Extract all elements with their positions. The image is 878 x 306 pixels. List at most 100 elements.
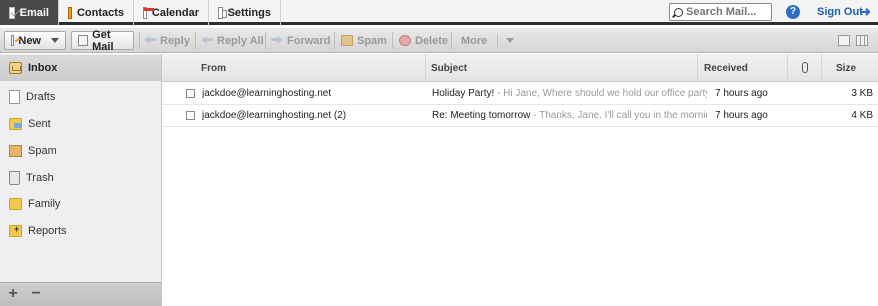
inbox-icon (9, 62, 22, 74)
column-received[interactable]: Received (704, 63, 748, 74)
sidebar-item-label: Family (28, 198, 61, 210)
reply-all-label: Reply All (217, 34, 264, 47)
settings-icon (218, 6, 227, 19)
sidebar-item-trash[interactable]: Trash (0, 165, 161, 191)
folder-icon (9, 198, 22, 210)
toolbar-divider (334, 32, 335, 49)
row-size: 3 KB (851, 88, 873, 99)
reply-button[interactable]: Reply (144, 31, 190, 50)
add-folder-button[interactable]: + (3, 286, 23, 303)
row-received: 7 hours ago (715, 88, 768, 99)
spam-icon (341, 35, 353, 46)
new-button[interactable]: New (4, 31, 66, 50)
column-from[interactable]: From (201, 63, 226, 74)
sidebar-item-inbox[interactable]: Inbox (0, 55, 161, 81)
tab-settings-label: Settings (227, 6, 271, 19)
toolbar-divider (195, 32, 196, 49)
single-pane-view-icon[interactable] (838, 35, 850, 46)
row-subject: Re: Meeting tomorrow - Thanks, Jane. I'l… (432, 110, 707, 121)
row-preview: - Hi Jane, Where should we hold our offi… (497, 88, 707, 99)
sidebar-item-family[interactable]: Family (0, 191, 161, 217)
more-divider (497, 34, 499, 47)
table-row[interactable]: jackdoe@learninghosting.net (2) Re: Meet… (162, 105, 878, 127)
row-from: jackdoe@learninghosting.net (202, 88, 332, 99)
get-mail-icon (78, 35, 89, 46)
toolbar-divider (265, 32, 266, 49)
tab-email[interactable]: Email (0, 0, 59, 25)
forward-label: Forward (287, 34, 331, 47)
spam-button[interactable]: Spam (341, 31, 387, 50)
message-list-header: From Subject Received Size (162, 54, 878, 82)
row-preview: - Thanks, Jane. I'll call you in the mor… (533, 110, 707, 121)
sidebar-item-spam[interactable]: Spam (0, 138, 161, 164)
search-box[interactable] (669, 3, 772, 21)
row-checkbox[interactable] (186, 111, 195, 120)
top-navigation: Email Contacts Calendar Settings ? Sign … (0, 0, 878, 25)
attachment-icon[interactable] (802, 62, 808, 73)
tab-contacts[interactable]: Contacts (59, 0, 134, 25)
sidebar-item-drafts[interactable]: Drafts (0, 84, 161, 110)
get-mail-button[interactable]: Get Mail (71, 28, 134, 53)
row-checkbox[interactable] (186, 89, 195, 98)
contacts-icon (68, 6, 72, 19)
trash-icon (9, 171, 20, 185)
folder-add-icon (9, 224, 22, 237)
sidebar-item-label: Sent (28, 118, 51, 130)
column-divider (787, 54, 788, 82)
chevron-down-icon (506, 38, 515, 43)
sidebar-item-label: Trash (26, 172, 54, 184)
reply-all-button[interactable]: Reply All (201, 31, 264, 50)
sidebar-item-label: Drafts (26, 91, 56, 103)
row-size: 4 KB (851, 110, 873, 121)
search-input[interactable] (686, 6, 770, 18)
sent-folder-icon (9, 118, 22, 130)
delete-button[interactable]: Delete (399, 31, 448, 50)
help-icon[interactable]: ? (786, 5, 800, 19)
more-label: More (461, 34, 488, 47)
row-subject: Holiday Party! - Hi Jane, Where should w… (432, 88, 707, 99)
delete-label: Delete (415, 34, 449, 47)
toolbar-divider (139, 32, 140, 49)
row-received: 7 hours ago (715, 110, 768, 121)
row-subject-title: Re: Meeting tomorrow (432, 110, 531, 121)
toolbar-divider (451, 32, 452, 49)
search-icon (674, 7, 683, 17)
sidebar-item-reports[interactable]: Reports (0, 218, 161, 244)
sign-out-arrow-icon[interactable]: ➜ (860, 5, 872, 18)
tab-contacts-label: Contacts (76, 6, 124, 19)
mail-toolbar: New Get Mail Reply Reply All Forward Spa… (0, 28, 878, 53)
spam-folder-icon (9, 145, 22, 157)
toolbar-divider (392, 32, 393, 49)
reply-all-icon (201, 35, 213, 46)
tab-calendar[interactable]: Calendar (134, 0, 209, 25)
tab-settings[interactable]: Settings (209, 0, 281, 25)
column-divider (821, 54, 822, 82)
more-button[interactable]: More (461, 31, 515, 50)
get-mail-label: Get Mail (92, 28, 114, 53)
tab-email-label: Email (19, 6, 49, 19)
column-divider (425, 54, 426, 82)
email-icon (9, 6, 15, 19)
sidebar-item-label: Reports (28, 225, 67, 237)
split-pane-view-icon[interactable] (856, 35, 868, 46)
remove-folder-button[interactable]: − (26, 286, 46, 303)
reply-label: Reply (160, 34, 190, 47)
drafts-icon (9, 90, 20, 104)
spam-label: Spam (357, 34, 387, 47)
row-subject-title: Holiday Party! (432, 88, 495, 99)
sign-out-link[interactable]: Sign Out (817, 6, 863, 18)
column-size[interactable]: Size (836, 63, 856, 74)
forward-button[interactable]: Forward (271, 31, 330, 50)
sidebar-footer: + − (0, 282, 161, 306)
column-divider (697, 54, 698, 82)
row-from: jackdoe@learninghosting.net (2) (202, 110, 347, 121)
delete-icon (399, 35, 411, 46)
table-row[interactable]: jackdoe@learninghosting.net Holiday Part… (162, 83, 878, 105)
calendar-icon (143, 6, 154, 19)
column-subject[interactable]: Subject (431, 63, 467, 74)
compose-icon (11, 35, 15, 46)
reply-icon (144, 35, 156, 46)
sidebar-item-label: Spam (28, 145, 57, 157)
chevron-down-icon[interactable] (51, 38, 59, 43)
sidebar-item-sent[interactable]: Sent (0, 111, 161, 137)
